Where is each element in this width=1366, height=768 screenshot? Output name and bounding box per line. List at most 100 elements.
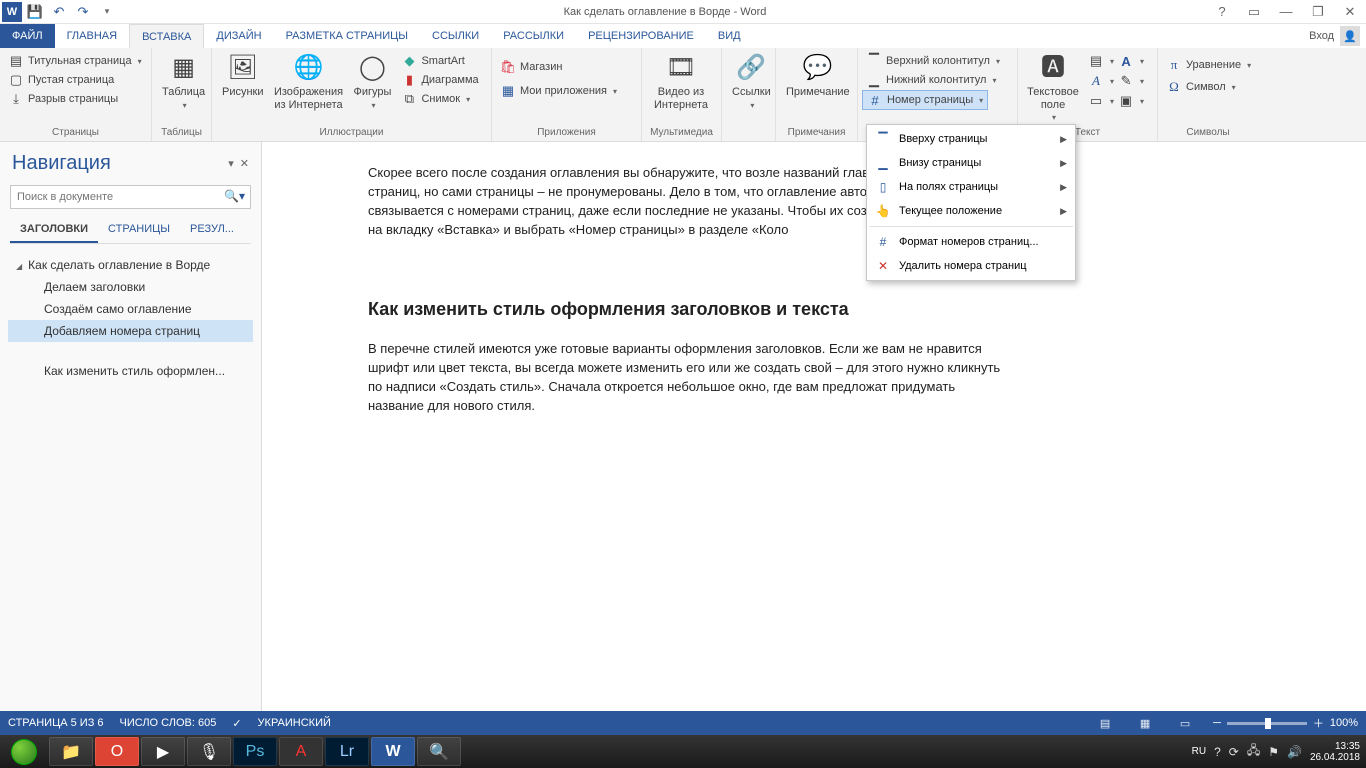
tab-references[interactable]: ССЫЛКИ xyxy=(420,24,491,48)
zoom-slider[interactable] xyxy=(1227,722,1307,725)
table-button[interactable]: ▦Таблица▾ xyxy=(156,50,211,112)
tab-insert[interactable]: ВСТАВКА xyxy=(129,24,204,48)
tree-child-0[interactable]: Делаем заголовки xyxy=(8,276,253,298)
textbox-button[interactable]: 🅰Текстовое поле▾ xyxy=(1022,50,1084,124)
view-web-icon[interactable]: ▭ xyxy=(1173,713,1197,733)
blank-page-button[interactable]: ▢Пустая страница xyxy=(4,71,118,89)
comment-button[interactable]: 💬Примечание xyxy=(780,50,856,101)
zoom-out-icon[interactable]: ─ xyxy=(1213,717,1221,729)
zoom-value[interactable]: 100% xyxy=(1330,717,1358,729)
search-input[interactable] xyxy=(10,185,251,209)
tab-mailings[interactable]: РАССЫЛКИ xyxy=(491,24,576,48)
status-page[interactable]: СТРАНИЦА 5 ИЗ 6 xyxy=(8,717,104,729)
avatar-icon: 👤 xyxy=(1340,26,1360,46)
tree-extra[interactable]: Как изменить стиль оформлен... xyxy=(8,360,253,382)
chart-button[interactable]: ▮Диаграмма xyxy=(397,71,482,89)
online-pictures-button[interactable]: 🌐Изображения из Интернета xyxy=(270,50,348,113)
status-language[interactable]: УКРАИНСКИЙ xyxy=(258,717,331,729)
tree-root[interactable]: Как сделать оглавление в Ворде xyxy=(8,254,253,276)
menu-page-margins[interactable]: ▯На полях страницы▶ xyxy=(867,175,1075,199)
links-icon: 🔗 xyxy=(735,52,767,84)
page-break-button[interactable]: ⤓Разрыв страницы xyxy=(4,90,122,108)
date-button[interactable]: ▭▾▣▾ xyxy=(1084,92,1148,110)
taskbar-explorer[interactable]: 📁 xyxy=(49,737,93,766)
minimize-icon[interactable]: — xyxy=(1276,4,1296,19)
tree-child-1[interactable]: Создаём само оглавление xyxy=(8,298,253,320)
tab-design[interactable]: ДИЗАЙН xyxy=(204,24,273,48)
tray-date: 26.04.2018 xyxy=(1310,752,1360,763)
menu-remove-page-numbers[interactable]: ✕Удалить номера страниц xyxy=(867,254,1075,278)
tree-child-2[interactable]: Добавляем номера страниц xyxy=(8,320,253,342)
tab-home[interactable]: ГЛАВНАЯ xyxy=(55,24,129,48)
smartart-button[interactable]: ◆SmartArt xyxy=(397,52,482,70)
search-icon[interactable]: 🔍▾ xyxy=(224,189,245,203)
footer-button[interactable]: ▁Нижний колонтитул▾ xyxy=(862,71,1000,89)
redo-icon[interactable]: ↷ xyxy=(72,1,94,23)
document-area[interactable]: Скорее всего после создания оглавления в… xyxy=(262,142,1366,711)
dropcap-button[interactable]: A▾✎▾ xyxy=(1084,72,1148,90)
sign-in[interactable]: Вход 👤 xyxy=(1309,24,1366,48)
pictures-button[interactable]: 🖼Рисунки xyxy=(216,50,270,101)
store-button[interactable]: 🛍Магазин xyxy=(496,58,566,76)
chevron-right-icon: ▶ xyxy=(1060,134,1067,145)
menu-top-of-page[interactable]: ▔Вверху страницы▶ xyxy=(867,127,1075,151)
header-button[interactable]: ▔Верхний колонтитул▾ xyxy=(862,52,1004,70)
paragraph-2: В перечне стилей имеются уже готовые вар… xyxy=(368,340,1008,415)
maximize-icon[interactable]: ❐ xyxy=(1308,4,1328,20)
nav-tab-headings[interactable]: ЗАГОЛОВКИ xyxy=(10,217,98,243)
nav-dropdown-icon[interactable]: ▾ xyxy=(228,157,234,170)
zoom-in-icon[interactable]: ＋ xyxy=(1313,715,1324,731)
dropcap-icon: A xyxy=(1088,73,1104,89)
help-icon[interactable]: ? xyxy=(1212,4,1232,19)
group-label-pages: Страницы xyxy=(4,125,147,141)
taskbar-opera[interactable]: O xyxy=(95,737,139,766)
menu-current-position[interactable]: 👆Текущее положение▶ xyxy=(867,199,1075,223)
tab-review[interactable]: РЕЦЕНЗИРОВАНИЕ xyxy=(576,24,706,48)
taskbar-app-2[interactable]: 🔍 xyxy=(417,737,461,766)
page-number-button[interactable]: #Номер страницы▾ xyxy=(862,90,988,110)
qat-dropdown-icon[interactable]: ▾ xyxy=(96,1,118,23)
taskbar-player[interactable]: ▶ xyxy=(141,737,185,766)
my-apps-button[interactable]: ▦Мои приложения▾ xyxy=(496,82,621,100)
taskbar-word[interactable]: W xyxy=(371,737,415,766)
status-words[interactable]: ЧИСЛО СЛОВ: 605 xyxy=(120,717,217,729)
view-read-icon[interactable]: ▤ xyxy=(1093,713,1117,733)
tray-clock[interactable]: 13:35 26.04.2018 xyxy=(1310,741,1360,763)
taskbar-app-1[interactable]: 🎙 xyxy=(187,737,231,766)
tray-volume-icon[interactable]: 🔊 xyxy=(1287,745,1302,759)
tab-file[interactable]: ФАЙЛ xyxy=(0,24,55,48)
close-icon[interactable]: ✕ xyxy=(1340,4,1360,20)
quickparts-button[interactable]: ▤▾A▾ xyxy=(1084,52,1148,70)
tray-lang[interactable]: RU xyxy=(1192,746,1206,757)
menu-bottom-of-page[interactable]: ▁Внизу страницы▶ xyxy=(867,151,1075,175)
tab-view[interactable]: ВИД xyxy=(706,24,753,48)
word-icon: W xyxy=(2,2,22,22)
nav-tab-results[interactable]: РЕЗУЛ... xyxy=(180,217,244,243)
equation-button[interactable]: πУравнение▾ xyxy=(1162,56,1255,74)
menu-format-page-numbers[interactable]: #Формат номеров страниц... xyxy=(867,230,1075,254)
screenshot-button[interactable]: ⧉Снимок▾ xyxy=(397,90,482,108)
ribbon-opts-icon[interactable]: ▭ xyxy=(1244,4,1264,20)
nav-close-icon[interactable]: ✕ xyxy=(240,157,249,170)
nav-tab-pages[interactable]: СТРАНИЦЫ xyxy=(98,217,180,243)
doc-icon: ▯ xyxy=(875,179,891,195)
taskbar-photoshop[interactable]: Ps xyxy=(233,737,277,766)
tray-sync-icon[interactable]: ⟳ xyxy=(1229,745,1239,759)
cover-page-button[interactable]: ▤Титульная страница▾ xyxy=(4,52,146,70)
header-icon: ▔ xyxy=(866,53,882,69)
taskbar-acrobat[interactable]: A xyxy=(279,737,323,766)
view-print-icon[interactable]: ▦ xyxy=(1133,713,1157,733)
taskbar-lightroom[interactable]: Lr xyxy=(325,737,369,766)
links-button[interactable]: 🔗Ссылки▾ xyxy=(726,50,777,112)
tray-flag-icon[interactable]: ⚑ xyxy=(1268,745,1279,759)
start-button[interactable] xyxy=(0,735,48,768)
undo-icon[interactable]: ↶ xyxy=(48,1,70,23)
symbol-button[interactable]: ΩСимвол▾ xyxy=(1162,78,1240,96)
shapes-button[interactable]: ◯Фигуры▾ xyxy=(348,50,398,112)
online-video-button[interactable]: 🎞Видео из Интернета xyxy=(646,50,716,113)
status-proof-icon[interactable]: ✓ xyxy=(232,717,241,730)
save-icon[interactable]: 💾 xyxy=(24,1,46,23)
tray-help-icon[interactable]: ? xyxy=(1214,745,1221,759)
tab-layout[interactable]: РАЗМЕТКА СТРАНИЦЫ xyxy=(274,24,420,48)
tray-network-icon[interactable]: 🖧 xyxy=(1247,741,1260,762)
